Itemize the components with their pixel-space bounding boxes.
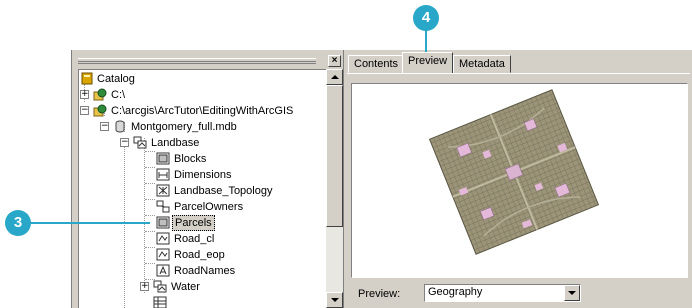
folder-connection-icon (93, 104, 107, 117)
tree-item-road-eop[interactable]: Road_eop (79, 247, 319, 263)
tree-item-partial[interactable] (79, 295, 319, 308)
tree-item-topology[interactable]: Landbase_Topology (79, 183, 319, 199)
polygon-feature-class-icon (156, 152, 170, 165)
tree-item-label: ParcelOwners (174, 201, 244, 213)
tree-item-label: Landbase_Topology (174, 185, 273, 197)
chevron-down-icon (568, 291, 576, 295)
callout-step-4: 4 (413, 5, 439, 31)
tree-item-parcelowners[interactable]: ParcelOwners (79, 199, 319, 215)
relationship-class-icon (156, 200, 170, 213)
tree-item-landbase[interactable]: − Landbase (79, 135, 319, 151)
tab-preview[interactable]: Preview (402, 52, 454, 73)
preview-type-value: Geography (428, 286, 483, 298)
geodatabase-icon (115, 120, 125, 133)
parcels-map-preview (428, 89, 600, 255)
tree-item-label: C:\ (111, 89, 126, 101)
tree-item-label: Road_cl (174, 233, 215, 245)
preview-window: Contents Preview Metadata Preview: Geogr… (343, 50, 692, 308)
tab-metadata[interactable]: Metadata (453, 55, 511, 73)
tree-item-geodatabase[interactable]: − Montgomery_full.mdb (79, 119, 319, 135)
tree-item-water[interactable]: + Water (79, 279, 319, 295)
vertical-scrollbar[interactable] (326, 69, 343, 308)
line-feature-class-icon (156, 232, 170, 245)
preview-type-dropdown[interactable]: Geography (424, 284, 581, 302)
tree-item-editing-folder[interactable]: − C:\arcgis\ArcTutor\EditingWithArcGIS (79, 103, 319, 119)
catalog-tree: Catalog + C:\ − C:\arcgis\ArcTutor\Editi… (78, 69, 326, 308)
line-feature-class-icon (156, 248, 170, 261)
tree-item-catalog[interactable]: Catalog (79, 71, 319, 87)
tree-item-dimensions[interactable]: Dimensions (79, 167, 319, 183)
tab-contents[interactable]: Contents (348, 55, 405, 73)
scroll-down-button[interactable] (326, 292, 343, 308)
tree-item-label: Montgomery_full.mdb (131, 121, 237, 133)
arrow-up-icon (331, 75, 339, 79)
table-icon (153, 296, 167, 308)
callout-step-3: 3 (5, 210, 31, 236)
dimension-feature-class-icon (156, 168, 170, 181)
catalog-icon (81, 72, 93, 85)
collapse-icon[interactable]: − (100, 122, 109, 131)
scroll-up-button[interactable] (326, 69, 343, 85)
tree-item-label: Dimensions (174, 169, 232, 181)
tree-item-blocks[interactable]: Blocks (79, 151, 319, 167)
folder-connection-icon (93, 88, 107, 101)
feature-dataset-icon (153, 280, 167, 293)
topology-icon (156, 184, 170, 197)
expand-icon[interactable]: + (140, 282, 149, 291)
tree-item-label: Blocks (174, 153, 207, 165)
annotation-feature-class-icon (156, 264, 170, 277)
tree-item-label: RoadNames (174, 265, 236, 277)
tree-item-label: Landbase (151, 137, 200, 149)
tree-item-label-selected: Parcels (172, 215, 215, 231)
dropdown-button[interactable] (564, 285, 580, 301)
scroll-thumb[interactable] (326, 85, 343, 227)
collapse-icon[interactable]: − (120, 138, 129, 147)
preview-label: Preview: (358, 288, 401, 300)
close-button[interactable]: × (328, 55, 341, 67)
tree-item-label: Water (171, 281, 200, 293)
tree-item-c-drive[interactable]: + C:\ (79, 87, 319, 103)
tree-item-label: Road_eop (174, 249, 225, 261)
expand-icon[interactable]: + (80, 90, 89, 99)
tree-item-label: C:\arcgis\ArcTutor\EditingWithArcGIS (111, 105, 294, 117)
window-grip[interactable] (78, 58, 316, 64)
tree-item-roadnames[interactable]: RoadNames (79, 263, 319, 279)
close-icon: × (331, 55, 338, 66)
polygon-feature-class-icon (156, 216, 170, 229)
arrow-down-icon (331, 298, 339, 302)
tab-divider (347, 73, 690, 74)
feature-dataset-icon (133, 136, 147, 149)
tree-item-road-cl[interactable]: Road_cl (79, 231, 319, 247)
callout-3-leader (30, 222, 150, 224)
collapse-icon[interactable]: − (80, 106, 89, 115)
catalog-tree-window: × Catalog + C:\ − C:\arcgis\ArcTutor\Edi… (71, 50, 343, 308)
geography-preview[interactable] (351, 83, 688, 278)
tree-item-label: Catalog (97, 73, 135, 85)
